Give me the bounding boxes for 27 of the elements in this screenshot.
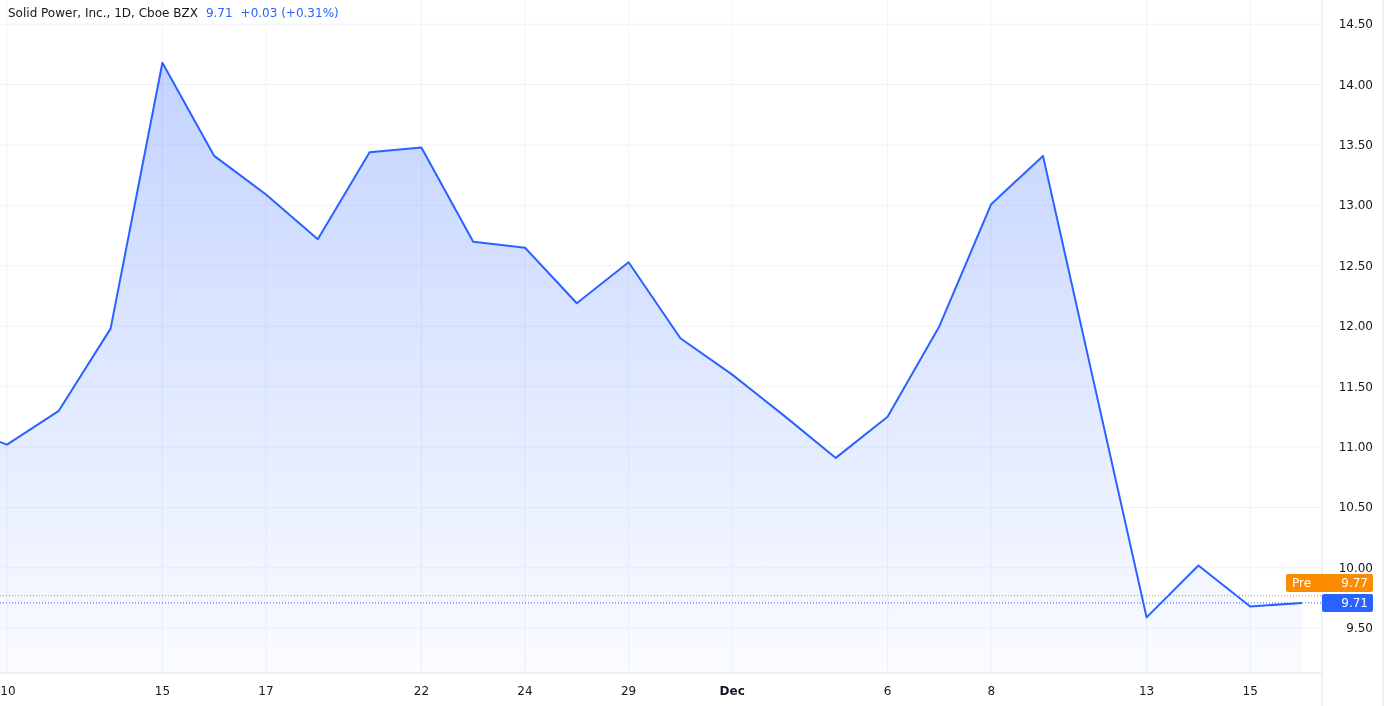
price-axis-label: 11.00 <box>1338 440 1373 455</box>
date-axis-label: 15 <box>154 684 171 698</box>
price-badge: Pre 9.77 <box>1286 573 1373 592</box>
price-axis-label: 12.00 <box>1338 319 1373 334</box>
date-axis-label: 22 <box>413 684 430 698</box>
price-axis-label: 14.50 <box>1338 17 1373 32</box>
date-axis-label: 15 <box>1242 684 1258 698</box>
price-axis-label: 9.50 <box>1346 621 1373 636</box>
price-axis-label: 10.00 <box>1338 560 1373 575</box>
last-price: 9.71 <box>205 6 233 20</box>
price-axis-label: 12.50 <box>1338 258 1373 273</box>
price-change: +0.03 (+0.31%) <box>240 6 339 20</box>
price-axis-label: 14.00 <box>1338 77 1373 92</box>
date-axis-label: 8 <box>987 684 995 698</box>
date-axis-label: 29 <box>620 684 637 698</box>
date-axis-label: 24 <box>517 684 533 698</box>
date-axis-label: 17 <box>258 684 274 698</box>
price-axis-label: 10.50 <box>1338 500 1373 515</box>
price-axis-label: 13.50 <box>1338 138 1373 152</box>
date-axis-label: 6 <box>883 684 892 698</box>
price-badge: 9.71 <box>1322 593 1373 612</box>
date-axis-label: 10 <box>0 684 16 698</box>
date-axis-label: Dec <box>719 684 745 698</box>
symbol-title: Solid Power, Inc., 1D, Cboe BZX <box>8 6 198 20</box>
date-axis-label: 13 <box>1138 684 1155 698</box>
price-axis-label: 13.00 <box>1338 198 1373 213</box>
price-axis-label: 11.50 <box>1338 379 1373 394</box>
